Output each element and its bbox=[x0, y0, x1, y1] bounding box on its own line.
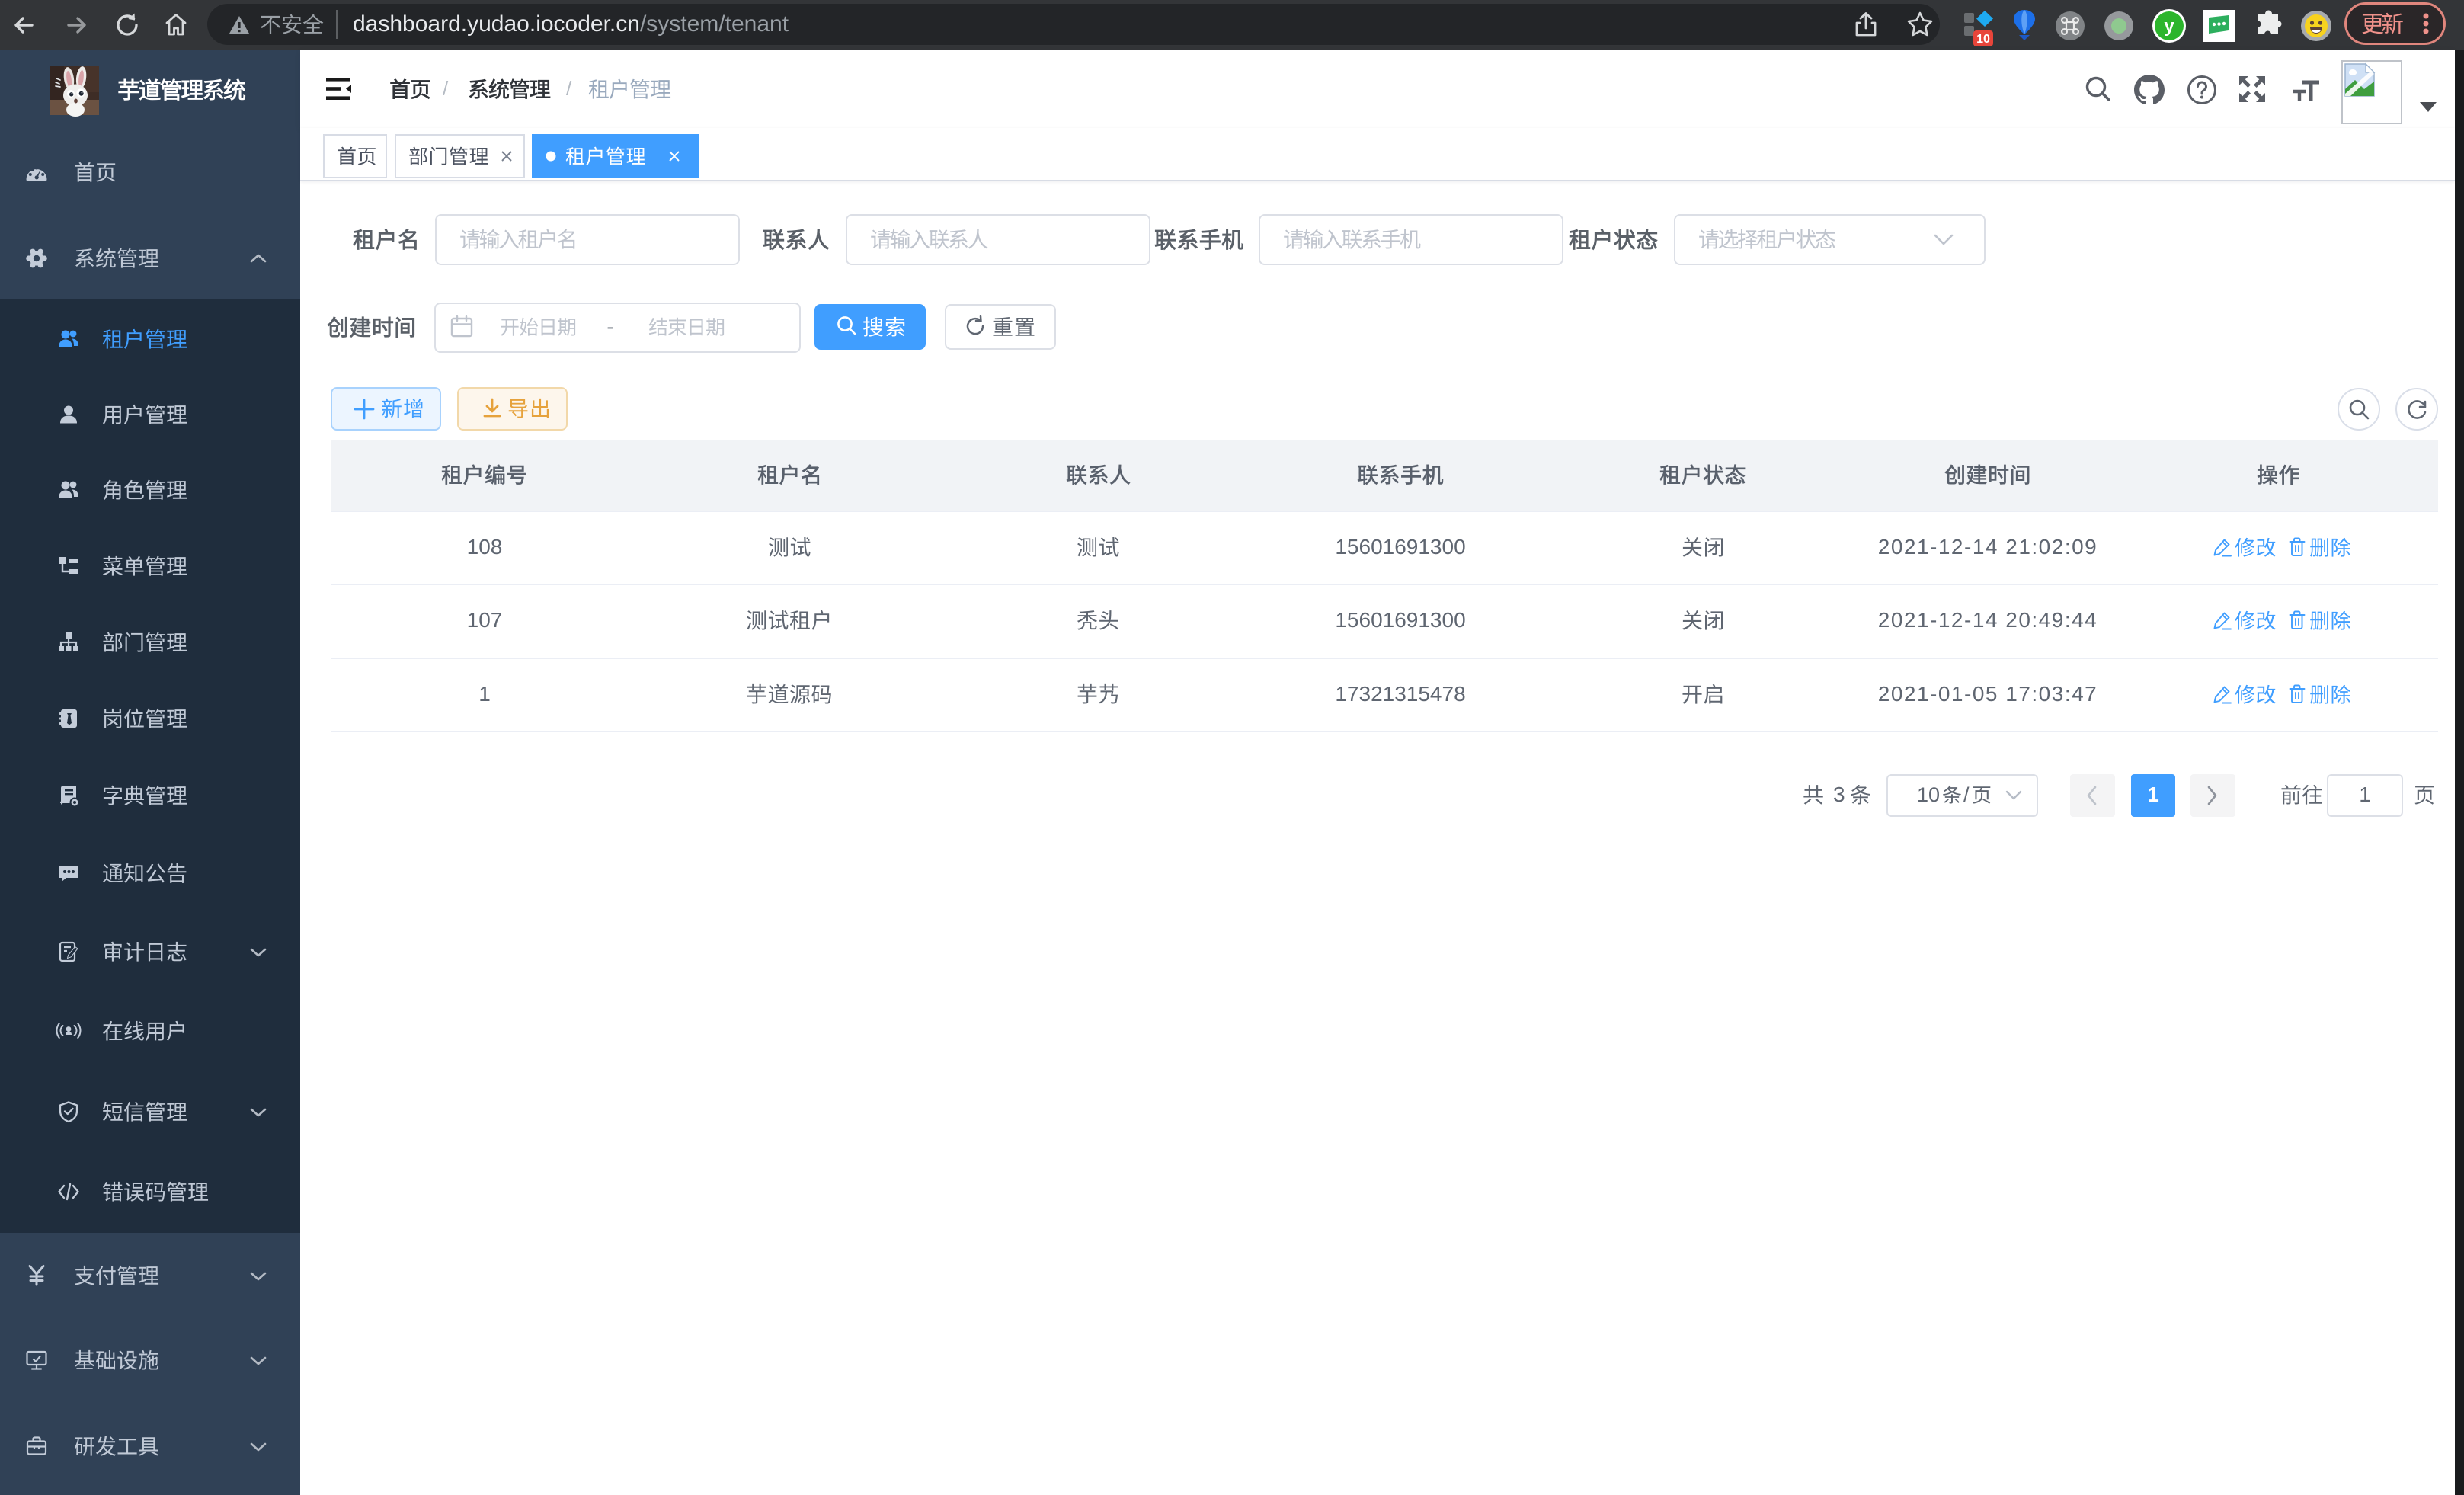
svg-text:y: y bbox=[2164, 16, 2174, 37]
svg-text:10: 10 bbox=[1976, 33, 1990, 46]
